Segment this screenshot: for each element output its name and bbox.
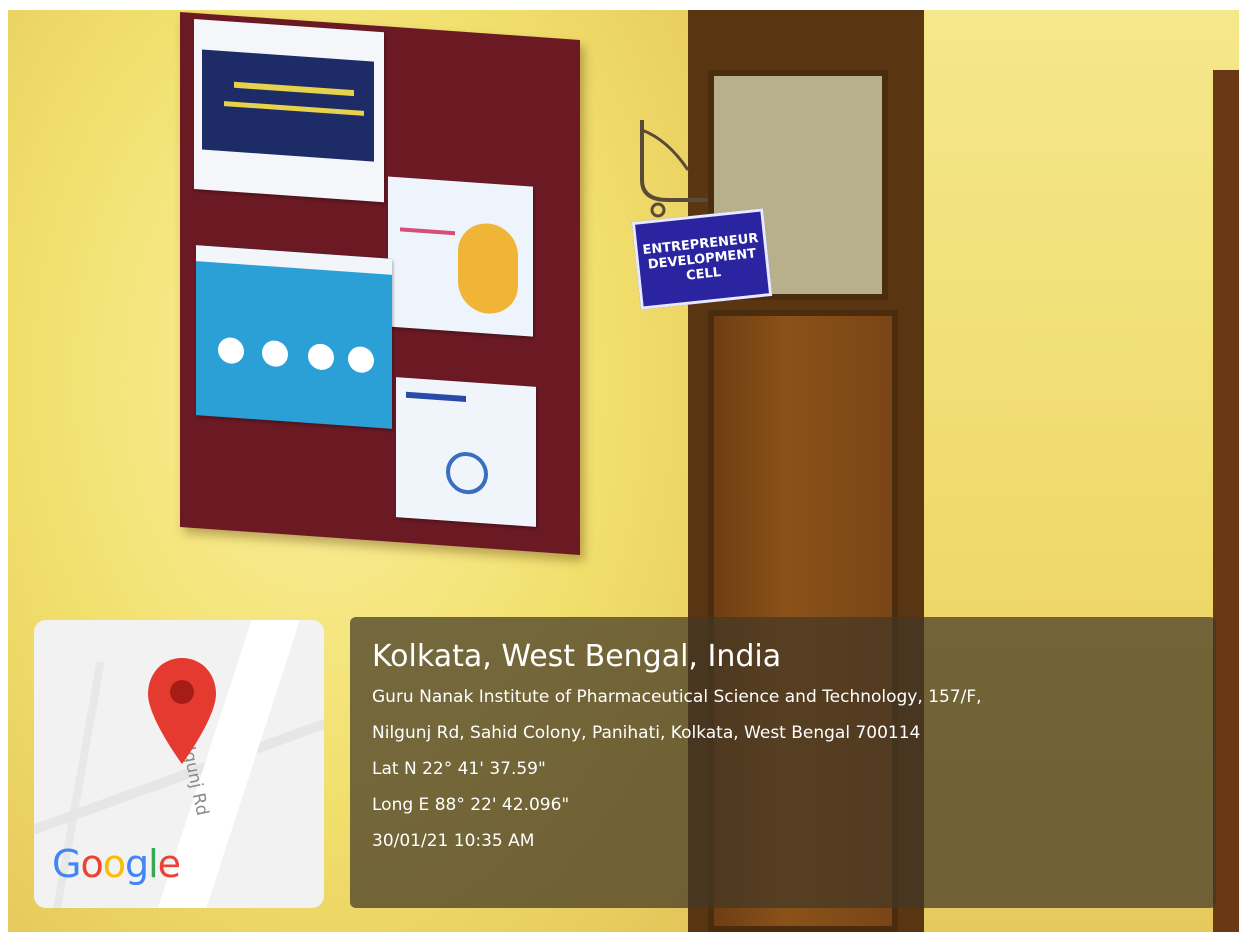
address-line-2: Nilgunj Rd, Sahid Colony, Panihati, Kolk…	[372, 723, 921, 743]
poster-webinar	[194, 18, 384, 203]
sign-line-3: CELL	[685, 264, 722, 284]
poster-entrepreneurial	[388, 176, 533, 337]
google-logo: Google	[52, 842, 181, 886]
location-info-panel: Kolkata, West Bengal, India Guru Nanak I…	[350, 617, 1216, 908]
latitude: Lat N 22° 41' 37.59"	[372, 759, 546, 779]
sign-bracket	[640, 120, 708, 218]
address-line-1: Guru Nanak Institute of Pharmaceutical S…	[372, 687, 982, 707]
longitude: Long E 88° 22' 42.096"	[372, 795, 570, 815]
notice-board	[180, 12, 580, 555]
poster-vision	[396, 377, 536, 527]
poster-strategies	[196, 245, 392, 429]
right-door-frame	[1213, 70, 1239, 932]
map-pin-icon	[148, 658, 216, 764]
map-thumbnail: Nilgunj Rd Google	[34, 620, 324, 908]
location-title: Kolkata, West Bengal, India	[372, 639, 782, 674]
entrepreneur-cell-sign: ENTREPRENEUR DEVELOPMENT CELL	[631, 208, 773, 310]
timestamp: 30/01/21 10:35 AM	[372, 831, 535, 851]
